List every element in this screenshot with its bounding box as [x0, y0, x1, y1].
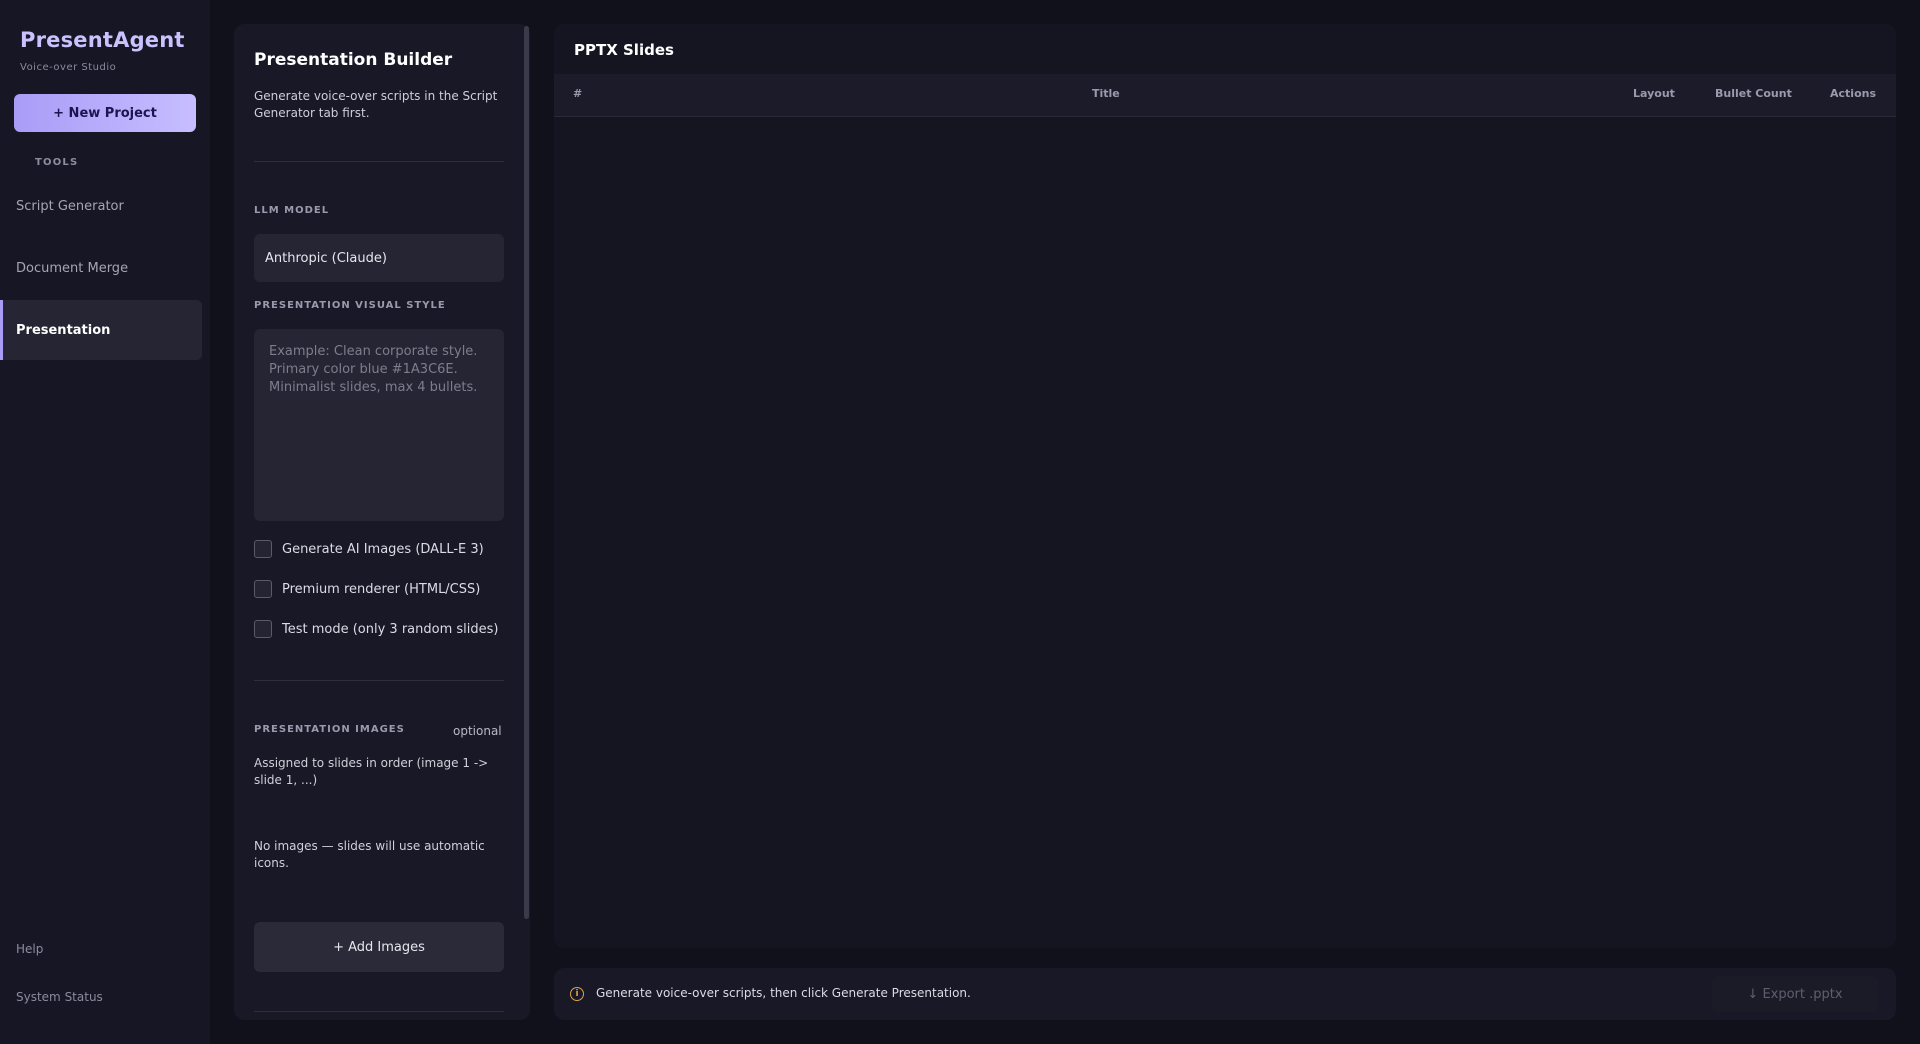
app-brand: PresentAgent — [20, 28, 185, 52]
column-bullet-count: Bullet Count — [1715, 87, 1792, 100]
column-title: Title — [1092, 87, 1120, 100]
option-premium-renderer[interactable]: Premium renderer (HTML/CSS) — [254, 579, 480, 599]
test-mode-checkbox[interactable] — [254, 620, 272, 638]
optional-tag: optional — [453, 724, 502, 738]
presentation-builder-panel: Presentation Builder Generate voice-over… — [234, 24, 530, 1020]
column-layout: Layout — [1633, 87, 1675, 100]
status-bar: i Generate voice-over scripts, then clic… — [554, 968, 1896, 1020]
column-actions: Actions — [1830, 87, 1876, 100]
premium-renderer-checkbox[interactable] — [254, 580, 272, 598]
sidebar-item-script-generator[interactable]: Script Generator — [0, 176, 202, 236]
column-number: # — [573, 87, 583, 100]
ai-images-label: Generate AI Images (DALL-E 3) — [282, 541, 484, 557]
presentation-images-label: PRESENTATION IMAGES — [254, 724, 405, 735]
help-link[interactable]: Help — [16, 942, 43, 956]
builder-scrollbar[interactable] — [524, 26, 529, 919]
app-subtitle: Voice-over Studio — [20, 62, 117, 73]
builder-description: Generate voice-over scripts in the Scrip… — [254, 89, 498, 120]
premium-renderer-label: Premium renderer (HTML/CSS) — [282, 581, 481, 597]
sidebar-item-document-merge[interactable]: Document Merge — [0, 238, 202, 298]
option-ai-images[interactable]: Generate AI Images (DALL-E 3) — [254, 539, 484, 559]
sidebar-item-presentation[interactable]: Presentation — [0, 300, 202, 360]
add-images-button[interactable]: + Add Images — [254, 922, 504, 972]
status-message: Generate voice-over scripts, then click … — [596, 986, 971, 1000]
system-status-link[interactable]: System Status — [16, 990, 103, 1004]
pptx-slides-panel: PPTX Slides # Title Layout Bullet Count … — [554, 24, 1896, 948]
slides-title: PPTX Slides — [574, 41, 674, 59]
llm-model-label: LLM MODEL — [254, 205, 330, 216]
info-icon: i — [570, 987, 584, 1001]
divider — [254, 1011, 504, 1012]
ai-images-checkbox[interactable] — [254, 540, 272, 558]
option-test-mode[interactable]: Test mode (only 3 random slides) — [254, 619, 498, 639]
visual-style-label: PRESENTATION VISUAL STYLE — [254, 300, 446, 311]
images-description: Assigned to slides in order (image 1 -> … — [254, 756, 489, 787]
export-pptx-button[interactable]: ↓ Export .pptx — [1712, 976, 1878, 1012]
builder-title: Presentation Builder — [254, 50, 453, 70]
images-empty-note: No images — slides will use automatic ic… — [254, 839, 485, 870]
test-mode-label: Test mode (only 3 random slides) — [282, 621, 499, 637]
slides-table-header: # Title Layout Bullet Count Actions — [554, 74, 1896, 117]
new-project-button[interactable]: + New Project — [14, 94, 196, 132]
divider — [254, 680, 504, 681]
tools-section-label: TOOLS — [35, 157, 79, 168]
sidebar: PresentAgent Voice-over Studio + New Pro… — [0, 0, 210, 1044]
llm-model-select[interactable]: Anthropic (Claude) — [254, 234, 504, 282]
divider — [254, 161, 504, 162]
visual-style-input[interactable] — [254, 329, 504, 521]
